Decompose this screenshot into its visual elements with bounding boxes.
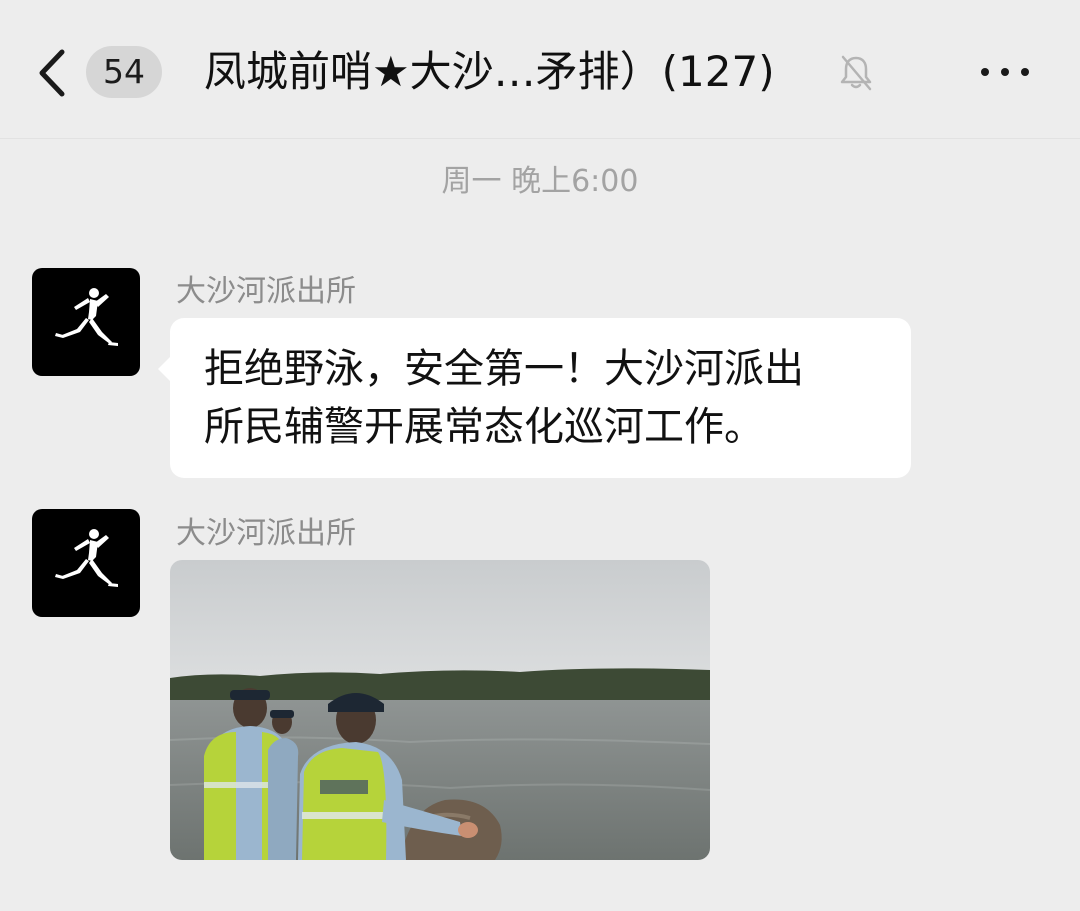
unread-count-badge[interactable]: 54 — [86, 46, 162, 98]
ellipsis-icon — [1001, 68, 1009, 76]
chevron-left-icon — [30, 40, 70, 106]
sender-avatar[interactable] — [32, 268, 140, 376]
ellipsis-icon — [981, 68, 989, 76]
ellipsis-icon — [1021, 68, 1029, 76]
more-options-button[interactable] — [970, 50, 1040, 94]
message-text-line: 所民辅警开展常态化巡河工作。 — [204, 404, 764, 450]
sender-name: 大沙河派出所 — [176, 516, 356, 551]
jumpman-logo-icon — [46, 280, 126, 364]
sender-name: 大沙河派出所 — [176, 274, 356, 309]
message-text-line: 拒绝野泳，安全第一！大沙河派出 — [204, 346, 804, 392]
chat-header: 54 凤城前哨★大沙…矛排）(127) — [0, 0, 1080, 139]
sender-avatar[interactable] — [32, 509, 140, 617]
police-officers-patrolling-river-photo — [170, 560, 710, 860]
bell-muted-icon — [836, 52, 876, 92]
text-message-bubble[interactable]: 拒绝野泳，安全第一！大沙河派出 所民辅警开展常态化巡河工作。 — [158, 318, 911, 478]
chat-title[interactable]: 凤城前哨★大沙…矛排）(127) — [204, 42, 829, 102]
jumpman-logo-icon — [46, 521, 126, 605]
chat-screen: 54 凤城前哨★大沙…矛排）(127) 周一 晚上6:00 大沙河派出所 拒绝野… — [0, 0, 1080, 911]
bubble-tail — [158, 356, 171, 382]
image-message[interactable] — [170, 560, 710, 860]
message-timestamp: 周一 晚上6:00 — [441, 164, 639, 199]
